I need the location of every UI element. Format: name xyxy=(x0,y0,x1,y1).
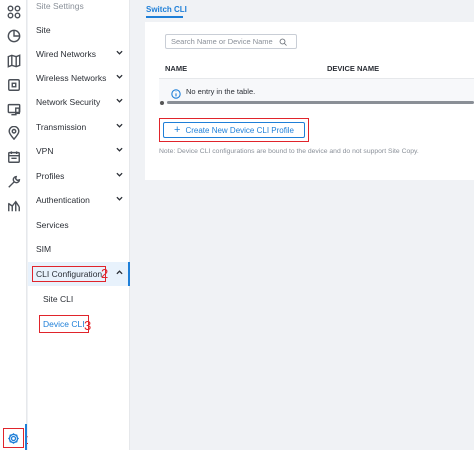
search-box xyxy=(165,34,297,49)
tools-icon[interactable] xyxy=(6,174,21,189)
sidebar-item-label: Network Security xyxy=(36,97,101,107)
column-header-device-name[interactable]: DEVICE NAME xyxy=(327,64,379,73)
client-icon[interactable] xyxy=(6,101,21,116)
main-content: Switch CLI NAME DEVICE NAME No entry in … xyxy=(131,0,474,450)
chevron-down-icon xyxy=(116,123,123,129)
column-header-name[interactable]: NAME xyxy=(165,64,187,73)
sidebar-item-profiles[interactable]: Profiles xyxy=(28,164,130,188)
analytics-icon[interactable] xyxy=(6,198,21,213)
info-icon xyxy=(171,86,181,99)
app-window: 1 Site Settings Site Wired Networks Wire… xyxy=(0,0,474,450)
settings-sidebar: Site Settings Site Wired Networks Wirele… xyxy=(28,0,130,450)
sidebar-item-label: Transmission xyxy=(36,122,87,132)
sidebar-item-network-security[interactable]: Network Security xyxy=(28,90,130,114)
search-input[interactable] xyxy=(171,37,279,46)
location-icon[interactable] xyxy=(6,125,21,140)
plus-icon: + xyxy=(174,123,181,136)
tab-active-underline xyxy=(146,16,183,18)
sidebar-item-services[interactable]: Services xyxy=(28,213,130,237)
chevron-down-icon xyxy=(116,147,123,153)
cli-profile-card: NAME DEVICE NAME No entry in the table. … xyxy=(145,22,474,180)
calendar-icon[interactable] xyxy=(6,149,21,164)
sidebar-item-label: Site Settings xyxy=(36,1,84,11)
sidebar-item-vpn[interactable]: VPN xyxy=(28,139,130,163)
sidebar-item-site-settings[interactable]: Site Settings xyxy=(28,0,130,18)
create-device-cli-profile-button[interactable]: + Create New Device CLI Profile xyxy=(163,122,305,138)
sidebar-item-sim[interactable]: SIM xyxy=(28,237,130,261)
device-icon[interactable] xyxy=(6,77,21,92)
chevron-down-icon xyxy=(116,50,123,56)
sidebar-item-transmission[interactable]: Transmission xyxy=(28,115,130,139)
sidebar-item-cli-configuration[interactable]: CLI Configuration xyxy=(28,262,130,286)
sidebar-item-wired-networks[interactable]: Wired Networks xyxy=(28,42,130,66)
sidebar-item-label: Site xyxy=(36,25,51,35)
sidebar-item-label: SIM xyxy=(36,244,52,254)
chevron-down-icon xyxy=(116,98,123,104)
search-icon[interactable] xyxy=(279,38,287,46)
tab-switch-cli[interactable]: Switch CLI xyxy=(146,5,187,14)
sidebar-item-label: Wireless Networks xyxy=(36,73,107,83)
map-icon[interactable] xyxy=(6,53,21,68)
scrollbar-handle[interactable] xyxy=(160,101,164,105)
table-header: NAME DEVICE NAME xyxy=(159,57,474,79)
active-indicator xyxy=(128,262,130,286)
create-button-label: Create New Device CLI Profile xyxy=(185,125,294,135)
sidebar-item-label: Authentication xyxy=(36,195,90,205)
step-2-marker: 2 xyxy=(101,266,109,281)
sidebar-item-label: CLI Configuration xyxy=(32,266,107,282)
sidebar-subitem-site-cli[interactable]: Site CLI xyxy=(28,288,130,310)
sidebar-item-label: Wired Networks xyxy=(36,49,96,59)
sidebar-item-site[interactable]: Site xyxy=(28,18,130,42)
horizontal-scrollbar[interactable] xyxy=(167,101,474,104)
sidebar-item-authentication[interactable]: Authentication xyxy=(28,188,130,212)
sidebar-item-wireless-networks[interactable]: Wireless Networks xyxy=(28,66,130,90)
icon-rail xyxy=(0,0,27,450)
chevron-down-icon xyxy=(116,74,123,80)
chevron-up-icon xyxy=(116,270,123,276)
dashboard-icon[interactable] xyxy=(6,4,21,19)
sidebar-subitem-device-cli[interactable]: Device CLI xyxy=(28,313,130,335)
sidebar-item-label: VPN xyxy=(36,146,54,156)
chevron-down-icon xyxy=(116,196,123,202)
monitor-icon[interactable] xyxy=(6,28,21,43)
settings-button[interactable] xyxy=(3,428,24,448)
step-3-marker: 3 xyxy=(84,318,92,333)
note-text: Note: Device CLI configurations are boun… xyxy=(159,148,419,155)
sidebar-subitem-label: Site CLI xyxy=(43,294,74,304)
empty-message: No entry in the table. xyxy=(186,87,256,96)
sidebar-subitem-label: Device CLI xyxy=(39,315,89,333)
sidebar-item-label: Profiles xyxy=(36,171,65,181)
gear-icon xyxy=(8,432,19,444)
sidebar-item-label: Services xyxy=(36,220,69,230)
chevron-down-icon xyxy=(116,172,123,178)
